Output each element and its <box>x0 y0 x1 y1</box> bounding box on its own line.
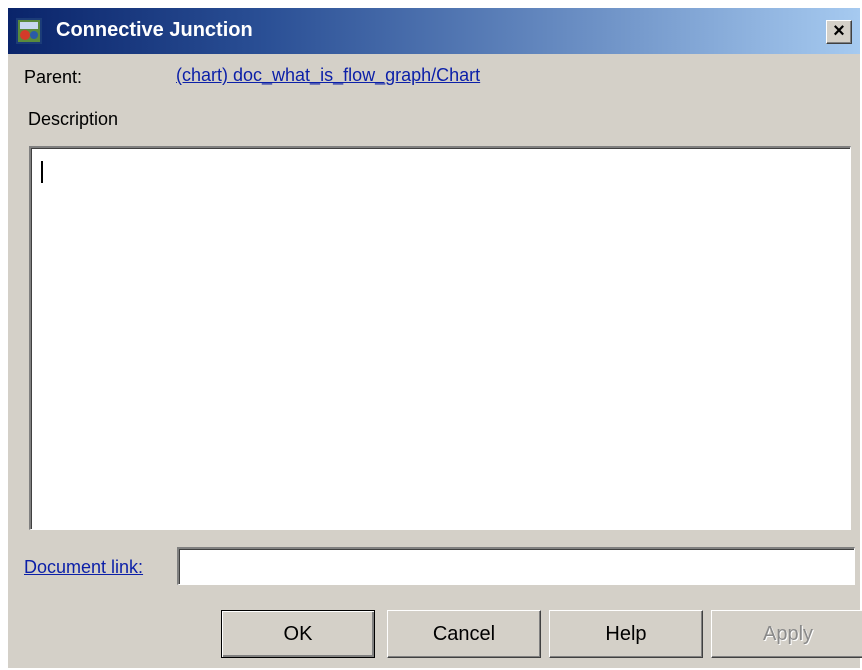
description-textarea[interactable] <box>29 146 851 530</box>
parent-label: Parent: <box>24 67 83 87</box>
help-button[interactable]: Help <box>549 610 703 658</box>
document-link-label[interactable]: Document link: <box>24 557 143 578</box>
description-label: Description <box>28 109 119 129</box>
connective-junction-dialog: Connective Junction × Parent: (chart) do… <box>8 8 862 668</box>
dialog-title: Connective Junction <box>56 19 253 41</box>
parent-chart-link[interactable]: (chart) doc_what_is_flow_graph/Chart <box>176 65 480 86</box>
close-button[interactable]: × <box>826 20 852 44</box>
cancel-button[interactable]: Cancel <box>387 610 541 658</box>
ok-button[interactable]: OK <box>221 610 375 658</box>
apply-button[interactable]: Apply <box>711 610 862 658</box>
close-icon: × <box>833 20 845 42</box>
document-link-input[interactable] <box>177 547 855 585</box>
stateflow-app-icon <box>16 18 42 44</box>
title-bar[interactable]: Connective Junction × <box>8 8 860 54</box>
text-caret <box>41 161 43 183</box>
